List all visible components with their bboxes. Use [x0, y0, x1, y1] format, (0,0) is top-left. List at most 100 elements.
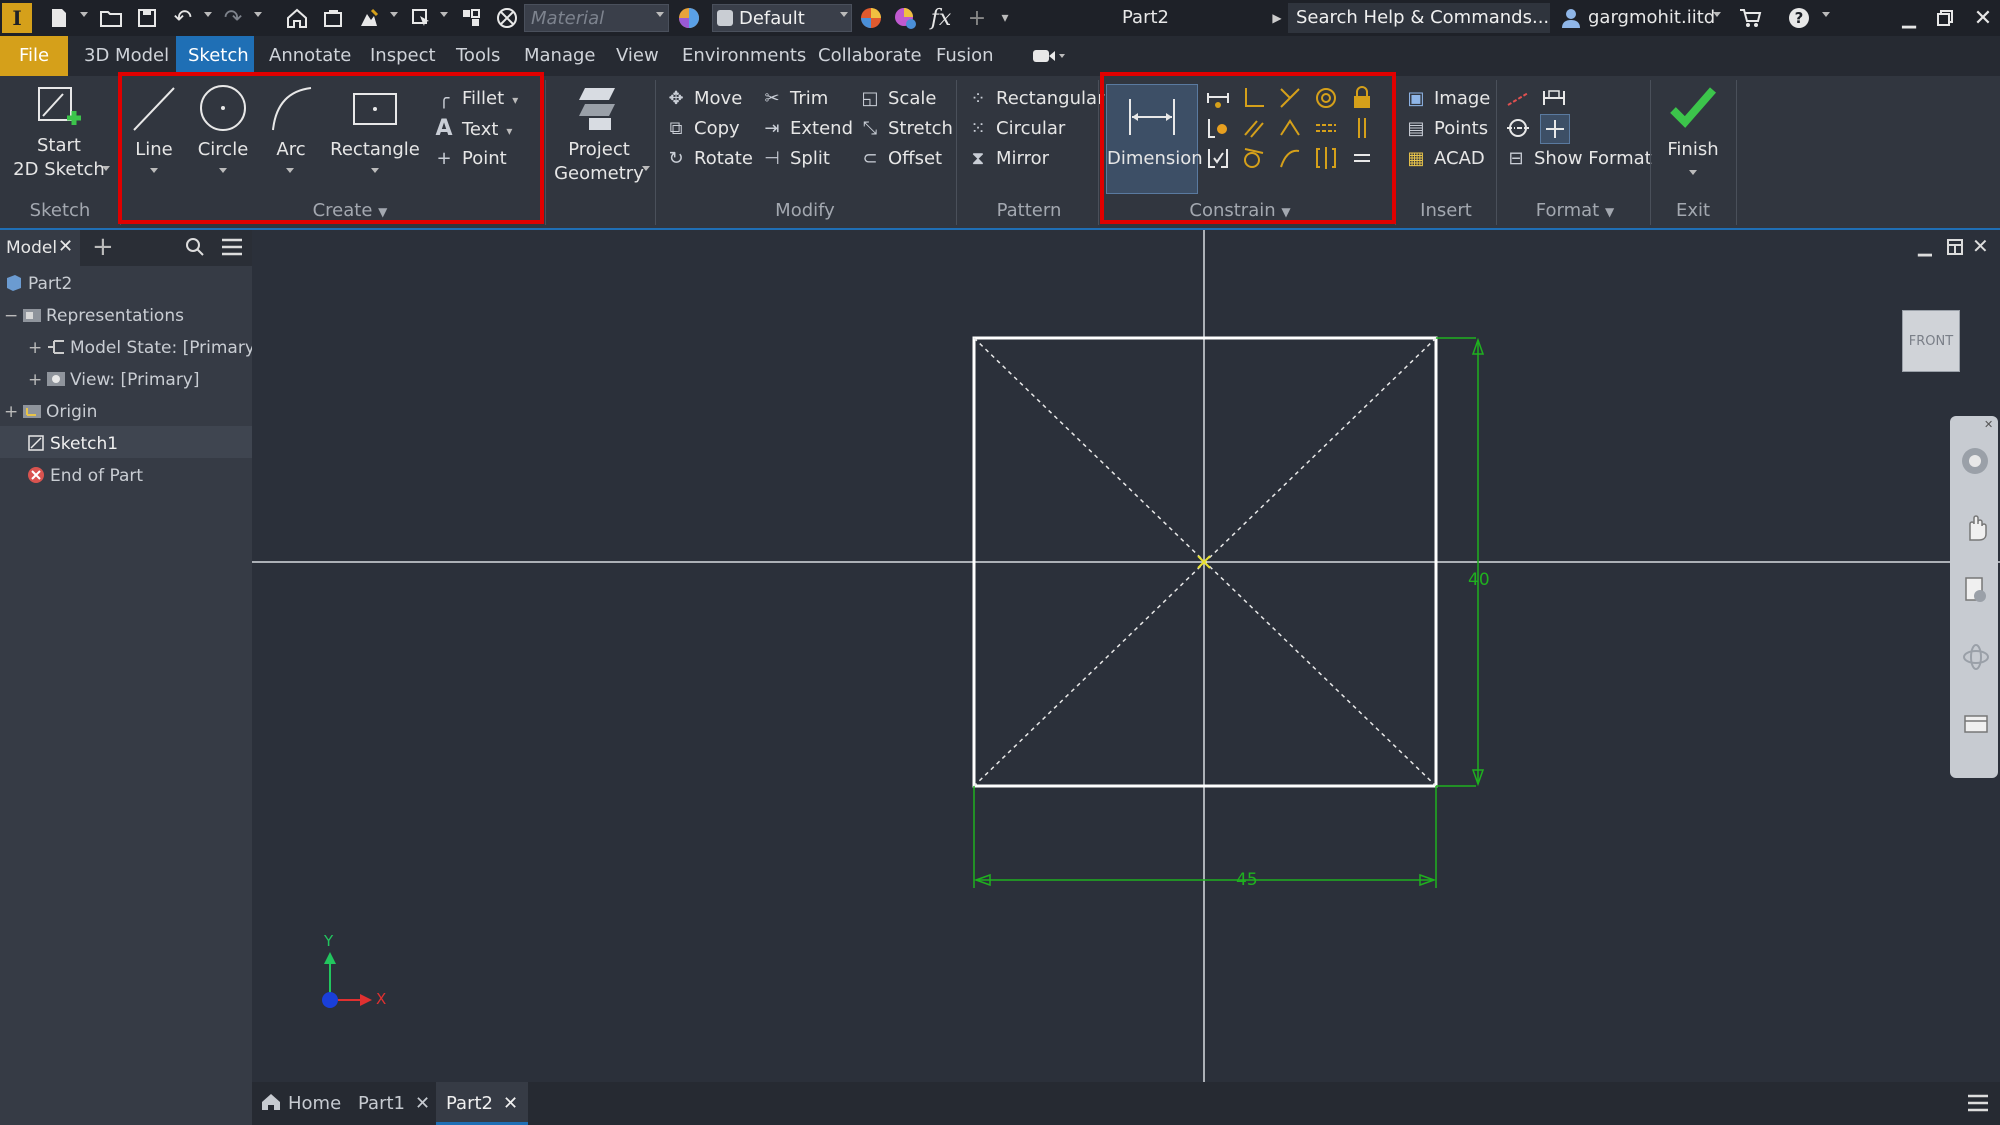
customize-qat-icon[interactable]: ▾	[990, 3, 1020, 33]
restore-icon[interactable]	[1930, 3, 1960, 33]
canvas-minimize-icon[interactable]: ▁	[1918, 236, 1932, 257]
collapse-icon[interactable]: −	[4, 306, 22, 326]
start-2d-sketch-button[interactable]: Start 2D Sketch	[4, 82, 114, 182]
add-icon[interactable]: +	[962, 3, 992, 33]
material-select[interactable]: Material	[524, 4, 669, 32]
construction-line-icon[interactable]	[1504, 84, 1532, 112]
home-icon[interactable]	[282, 3, 312, 33]
document-menu-icon[interactable]	[1966, 1092, 1990, 1114]
tab-manage[interactable]: Manage	[512, 36, 608, 76]
redo-icon[interactable]: ↷	[218, 3, 248, 33]
rotate-button[interactable]: ↻ Rotate	[664, 144, 752, 174]
finish-sketch-button[interactable]: Finish	[1660, 82, 1726, 162]
clear-appearance-icon[interactable]	[890, 3, 920, 33]
tab-3d-model[interactable]: 3D Model	[72, 36, 181, 76]
mirror-button[interactable]: ⧗ Mirror	[966, 144, 1049, 174]
dimension-value-width[interactable]: 45	[1236, 870, 1258, 890]
graphics-canvas[interactable]: 40 45 Y X ▁ ✕ FRONT ✕	[252, 230, 2000, 1082]
dimension-value-height[interactable]: 40	[1468, 570, 1490, 590]
insert-image-button[interactable]: ▣ Image	[1404, 84, 1490, 114]
user-icon[interactable]	[1556, 3, 1586, 33]
search-browser-icon[interactable]	[184, 236, 206, 258]
tree-item-representations[interactable]: − Representations	[4, 306, 184, 326]
expand-icon[interactable]: +	[28, 370, 46, 390]
tree-item-part2[interactable]: Part2	[4, 274, 72, 294]
browser-footer	[0, 1082, 252, 1125]
app-logo-icon[interactable]: I	[2, 3, 32, 33]
tab-environments[interactable]: Environments	[670, 36, 818, 76]
offset-button[interactable]: ⊂ Offset	[858, 144, 942, 174]
zoom-icon[interactable]	[1962, 576, 1990, 606]
update-icon[interactable]	[354, 3, 384, 33]
close-part2-icon[interactable]: ✕	[503, 1093, 518, 1114]
save-icon[interactable]	[132, 3, 162, 33]
canvas-restore-icon[interactable]	[1946, 238, 1964, 256]
trim-button[interactable]: ✂ Trim	[760, 84, 828, 114]
tab-tools[interactable]: Tools	[444, 36, 512, 76]
full-navigation-wheel-icon[interactable]	[1960, 446, 1990, 476]
insert-acad-button[interactable]: ▦ ACAD	[1404, 144, 1484, 174]
project-geometry-button[interactable]: Project Geometry	[550, 82, 648, 186]
copy-button[interactable]: ⧉ Copy	[664, 114, 740, 144]
tree-item-view[interactable]: + View: [Primary]	[28, 370, 200, 390]
viewcube-front[interactable]: FRONT	[1902, 310, 1960, 372]
tab-home[interactable]: Home	[260, 1082, 341, 1125]
tab-part2[interactable]: Part2 ✕	[436, 1082, 529, 1125]
user-name[interactable]: gargmohit.iitd	[1588, 7, 1715, 28]
close-window-icon[interactable]: ✕	[1968, 3, 1998, 33]
appearance-select[interactable]: Default	[712, 4, 852, 32]
tree-item-sketch1[interactable]: Sketch1	[26, 434, 118, 454]
centerline-icon[interactable]	[1504, 114, 1532, 142]
tab-fusion[interactable]: Fusion	[924, 36, 1006, 76]
new-file-icon[interactable]	[44, 3, 74, 33]
scale-button[interactable]: ◱ Scale	[858, 84, 936, 114]
close-part1-icon[interactable]: ✕	[415, 1093, 430, 1114]
expand-icon[interactable]: +	[28, 338, 46, 358]
look-at-icon[interactable]	[1962, 708, 1990, 738]
insert-points-button[interactable]: ▤ Points	[1404, 114, 1488, 144]
move-button[interactable]: ✥ Move	[664, 84, 742, 114]
adjust-icon[interactable]	[456, 3, 486, 33]
circular-pattern-button[interactable]: ⁙ Circular	[966, 114, 1065, 144]
tab-collaborate[interactable]: Collaborate	[806, 36, 934, 76]
tab-inspect[interactable]: Inspect	[358, 36, 448, 76]
stretch-button[interactable]: ⤡ Stretch	[858, 114, 953, 144]
canvas-close-icon[interactable]: ✕	[1972, 234, 1989, 258]
driven-dimension-icon[interactable]	[1540, 84, 1568, 112]
center-point-icon[interactable]	[1540, 114, 1570, 144]
help-icon[interactable]: ?	[1784, 3, 1814, 33]
appearance-override-icon[interactable]	[856, 3, 886, 33]
extend-button[interactable]: ⇥ Extend	[760, 114, 853, 144]
navbar-close-icon[interactable]: ✕	[1984, 418, 1993, 431]
pan-hand-icon[interactable]	[1962, 512, 1990, 542]
minimize-icon[interactable]: ▁	[1894, 3, 1924, 33]
tab-file[interactable]: File	[0, 36, 68, 76]
expand-icon[interactable]: +	[4, 402, 22, 422]
tab-sketch[interactable]: Sketch	[176, 36, 254, 76]
show-format-button[interactable]: ⊟ Show Format	[1504, 144, 1651, 174]
projects-icon[interactable]	[318, 3, 348, 33]
material-sphere-icon[interactable]	[674, 3, 704, 33]
browser-menu-icon[interactable]	[220, 236, 244, 258]
parameters-fx-icon[interactable]: fx	[926, 3, 956, 33]
open-folder-icon[interactable]	[96, 3, 126, 33]
add-browser-tab-icon[interactable]: +	[92, 232, 114, 262]
wireframe-sphere-icon[interactable]	[492, 3, 522, 33]
rectangular-pattern-button[interactable]: ⁘ Rectangular	[966, 84, 1104, 114]
cart-icon[interactable]	[1735, 3, 1765, 33]
tab-annotate[interactable]: Annotate	[257, 36, 363, 76]
tree-item-model-state[interactable]: + Model State: [Primary]	[28, 338, 262, 358]
close-model-tab-icon[interactable]: ✕	[58, 236, 73, 257]
undo-icon[interactable]: ↶	[168, 3, 198, 33]
video-camera-icon[interactable]	[1032, 47, 1065, 63]
tab-view[interactable]: View	[604, 36, 671, 76]
split-button[interactable]: ⊣ Split	[760, 144, 830, 174]
tab-model[interactable]: Model ✕	[0, 230, 80, 266]
tree-item-end-of-part[interactable]: End of Part	[26, 466, 143, 486]
tab-part1[interactable]: Part1 ✕	[358, 1082, 430, 1125]
select-filter-icon[interactable]	[406, 3, 436, 33]
tree-item-origin[interactable]: + Origin	[4, 402, 97, 422]
search-input[interactable]: Search Help & Commands...	[1288, 3, 1550, 33]
panel-title-format[interactable]: Format ▼	[1510, 200, 1640, 221]
orbit-icon[interactable]	[1962, 642, 1990, 672]
